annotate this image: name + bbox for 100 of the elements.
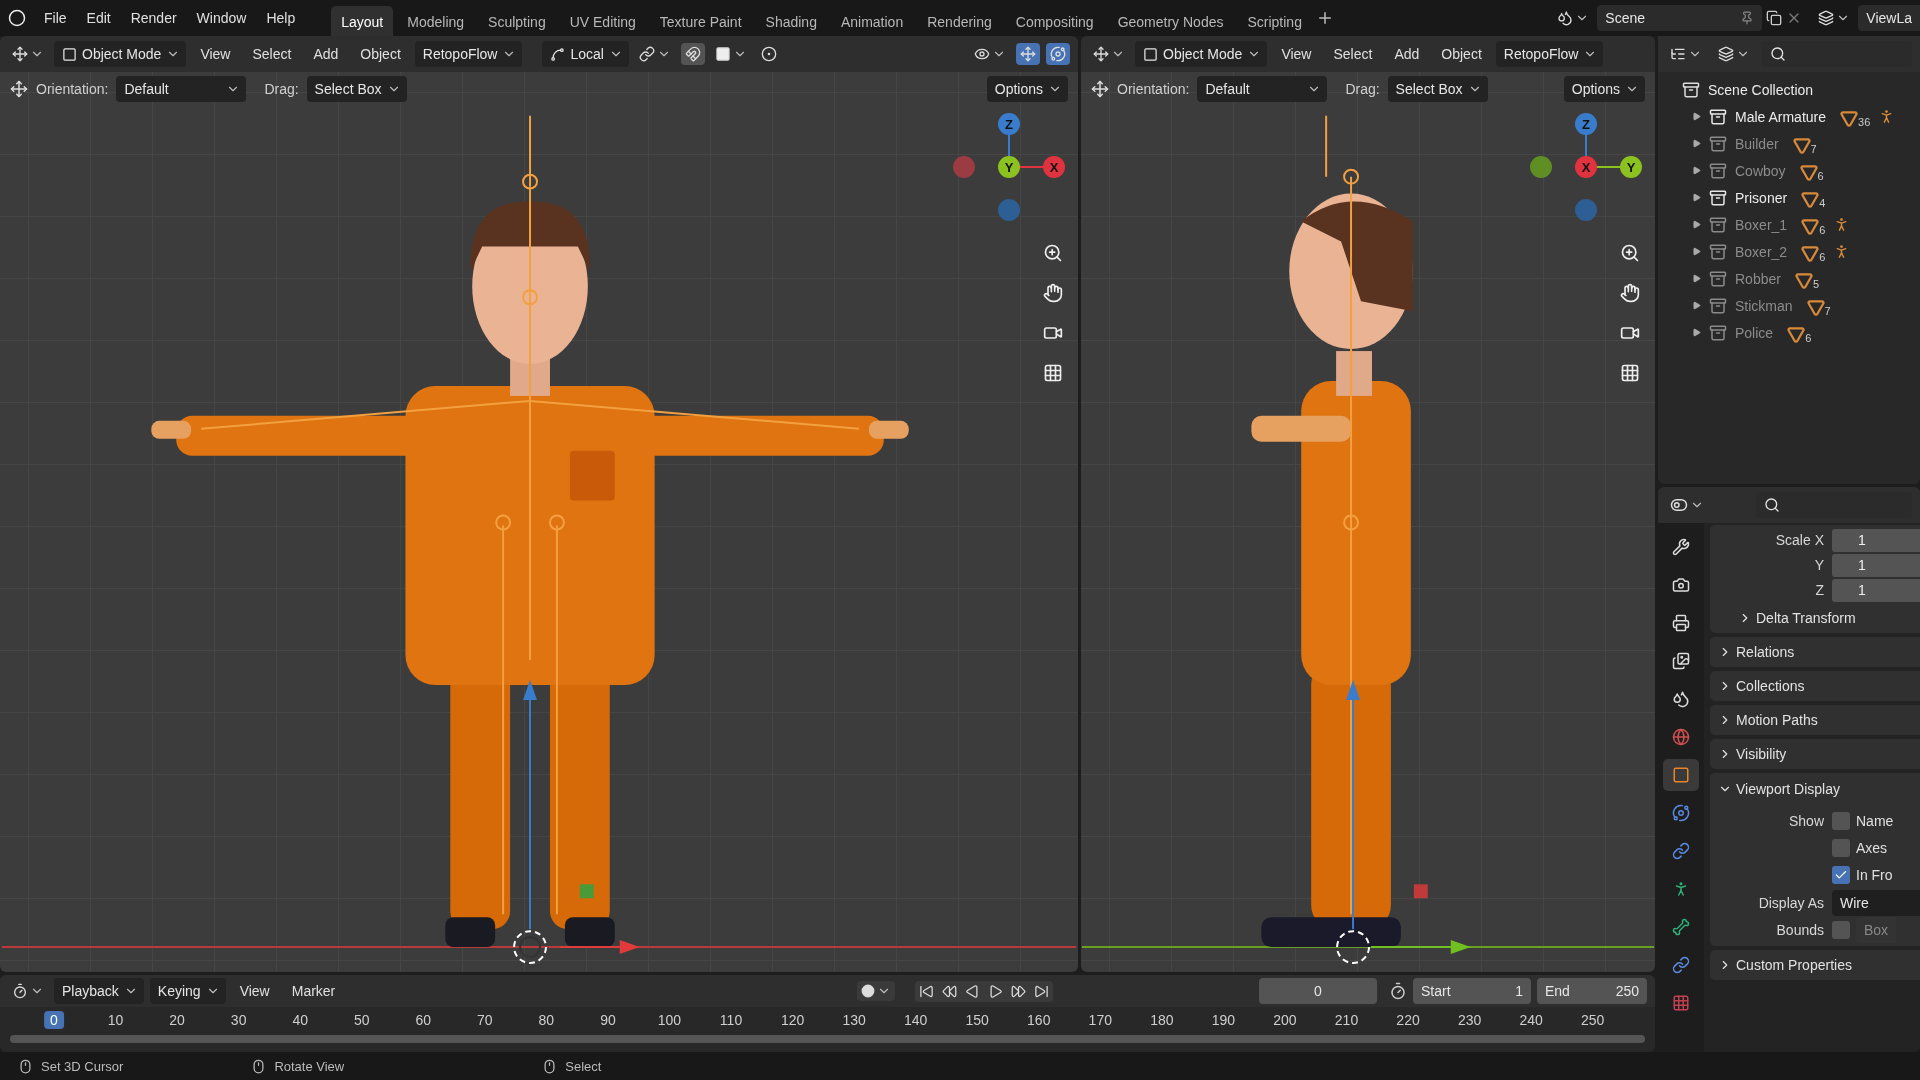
expand-icon[interactable] [1692, 220, 1701, 229]
expand-icon[interactable] [1692, 274, 1701, 283]
timeline-scrollbar[interactable] [10, 1035, 1645, 1043]
pivot-dropdown[interactable]: Local [542, 41, 629, 67]
snap-magnet-button[interactable] [680, 43, 705, 65]
workspace-tab[interactable]: Layout [331, 6, 394, 36]
number-field[interactable]: 1 [1832, 553, 1920, 577]
menu-item[interactable]: Help [258, 6, 304, 30]
checkbox[interactable] [1832, 839, 1850, 857]
workspace-tab[interactable]: Rendering [917, 6, 1002, 36]
options-dropdown[interactable]: Options [986, 76, 1068, 102]
frame-number[interactable]: 50 [347, 1011, 376, 1029]
frame-number[interactable]: 210 [1328, 1011, 1365, 1029]
menu-item[interactable]: Object [352, 46, 409, 62]
frame-number[interactable]: 70 [471, 1011, 499, 1029]
frame-number[interactable]: 30 [224, 1011, 253, 1029]
workspace-tab[interactable]: Animation [830, 6, 914, 36]
collection-name[interactable]: Male Armature [1735, 108, 1827, 125]
next-keyframe-icon[interactable] [1011, 983, 1026, 999]
drag-dropdown[interactable]: Select Box [1387, 76, 1488, 102]
addon-dropdown[interactable]: RetopoFlow [414, 41, 523, 67]
gizmo-button[interactable] [1016, 43, 1040, 65]
menu-dropdown[interactable]: Keying [149, 978, 226, 1004]
frame-number[interactable]: 170 [1082, 1011, 1118, 1029]
workspace-tab[interactable]: UV Editing [559, 6, 646, 36]
workspace-tab[interactable]: Compositing [1005, 6, 1104, 36]
frame-number[interactable]: 140 [898, 1011, 934, 1029]
orientation-dropdown[interactable]: Default [116, 76, 247, 102]
subpanel-header[interactable]: Delta Transform [1710, 606, 1920, 630]
workspace-tab[interactable]: Modeling [397, 6, 475, 36]
previous-keyframe-icon[interactable] [942, 983, 957, 999]
menu-item[interactable]: Edit [78, 6, 119, 30]
options-dropdown[interactable]: Options [1563, 76, 1645, 102]
collection-name[interactable]: Boxer_1 [1735, 216, 1788, 233]
frame-number[interactable]: 100 [651, 1011, 688, 1029]
frame-number[interactable]: 130 [836, 1011, 872, 1029]
frame-number[interactable]: 200 [1267, 1011, 1303, 1029]
collection-name[interactable]: Cowboy [1735, 162, 1786, 179]
frame-number[interactable]: 240 [1513, 1011, 1549, 1029]
axis-ball[interactable]: X [1043, 156, 1065, 178]
orientation-dropdown[interactable]: Default [1197, 76, 1328, 102]
menu-item[interactable]: View [192, 46, 239, 62]
panel-header[interactable]: Viewport Display [1710, 777, 1920, 801]
menu-item[interactable]: Select [1325, 46, 1381, 62]
collection-name[interactable]: Boxer_2 [1735, 243, 1788, 260]
frame-number[interactable]: 0 [44, 1011, 64, 1029]
axis-ball[interactable]: X [1575, 156, 1597, 178]
frame-number[interactable]: 90 [594, 1011, 622, 1029]
axis-ball[interactable]: Y [1620, 156, 1642, 178]
frame-number[interactable]: 80 [532, 1011, 561, 1029]
drag-dropdown[interactable]: Select Box [306, 76, 407, 102]
expand-icon[interactable] [1692, 139, 1701, 148]
checkbox[interactable] [1832, 866, 1850, 884]
frame-number[interactable]: 160 [1021, 1011, 1057, 1029]
menu-item[interactable]: Window [188, 6, 255, 30]
frame-number[interactable]: 110 [713, 1011, 749, 1029]
frame-number[interactable]: 180 [1144, 1011, 1180, 1029]
number-field[interactable]: 1 [1832, 578, 1920, 602]
frame-number[interactable]: 20 [163, 1011, 191, 1029]
frame-number[interactable]: 60 [409, 1011, 438, 1029]
menu-item[interactable]: Select [244, 46, 300, 62]
menu-item[interactable]: Object [1433, 46, 1490, 62]
properties-tab[interactable] [1663, 759, 1699, 791]
menu-item[interactable]: View [1273, 46, 1320, 62]
play-reverse-icon[interactable] [965, 983, 980, 999]
mode-dropdown[interactable]: Object Mode [1135, 41, 1268, 67]
menu-item[interactable]: File [36, 6, 75, 30]
start-frame-field[interactable]: Start 1 [1413, 978, 1531, 1004]
menu-dropdown[interactable]: Playback [54, 978, 144, 1004]
workspace-tab[interactable]: Sculpting [478, 6, 556, 36]
mode-dropdown[interactable]: Object Mode [54, 41, 187, 67]
pin-icon[interactable] [1740, 11, 1755, 25]
current-frame-field[interactable]: 0 [1259, 978, 1377, 1004]
axis-ball[interactable]: Z [1575, 113, 1597, 135]
workspace-tab[interactable]: Texture Paint [649, 6, 752, 36]
menu-item[interactable]: View [231, 983, 278, 999]
collection-name[interactable]: Stickman [1735, 297, 1793, 314]
new-scene-icon[interactable] [1766, 10, 1783, 26]
collection-name[interactable]: Prisoner [1735, 189, 1788, 206]
frame-number[interactable]: 120 [774, 1011, 811, 1029]
workspace-tab[interactable]: Shading [755, 6, 827, 36]
scene-field[interactable]: Scene [1597, 5, 1763, 31]
axis-ball[interactable]: Z [998, 113, 1020, 135]
workspace-tab[interactable]: Scripting [1237, 6, 1312, 36]
frame-number[interactable]: 40 [286, 1011, 314, 1029]
expand-icon[interactable] [1692, 166, 1701, 175]
frame-number[interactable]: 250 [1575, 1011, 1611, 1029]
display-as-dropdown[interactable]: Wire [1832, 890, 1920, 916]
view-layer-field[interactable]: ViewLa [1858, 5, 1920, 31]
record-button[interactable] [857, 981, 895, 1001]
expand-icon[interactable] [1692, 247, 1701, 256]
checkbox[interactable] [1832, 921, 1850, 939]
collection-name[interactable]: Robber [1735, 270, 1781, 287]
workspace-tab[interactable]: Geometry Nodes [1107, 6, 1234, 36]
jump-end-icon[interactable] [1034, 983, 1049, 999]
jump-start-icon[interactable] [919, 983, 934, 999]
checkbox[interactable] [1832, 812, 1850, 830]
end-frame-field[interactable]: End 250 [1537, 978, 1647, 1004]
menu-item[interactable]: Add [1386, 46, 1428, 62]
expand-icon[interactable] [1692, 328, 1701, 337]
